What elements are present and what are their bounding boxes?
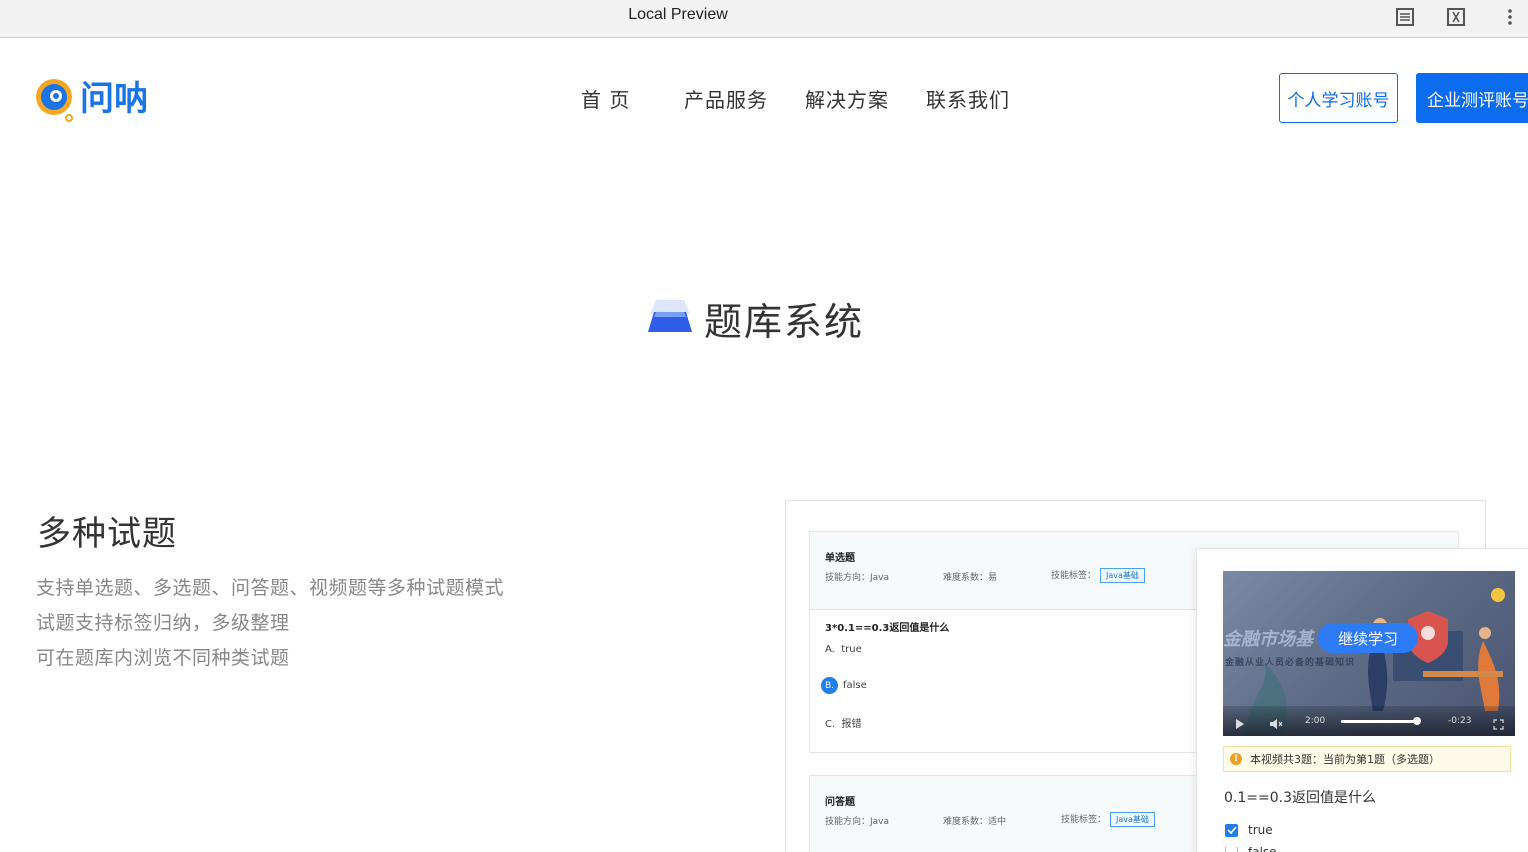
stack-icon	[648, 298, 692, 338]
skill-tag-row: 技能标签： Java基础	[1051, 568, 1145, 583]
nav-solutions[interactable]: 解决方案	[805, 84, 889, 113]
difficulty: 难度系数：易	[943, 573, 998, 583]
skill-tag-label: 技能标签：	[1061, 815, 1107, 825]
svg-text:问呐: 问呐	[80, 79, 148, 119]
option-b[interactable]: B. false	[821, 677, 867, 694]
option-label: true	[1248, 823, 1273, 837]
video-notice: ! 本视频共3题：当前为第1题（多选题）	[1223, 746, 1511, 772]
window-title: Local Preview	[628, 6, 728, 23]
skill-direction: 技能方向：Java	[825, 817, 890, 827]
feature-title: 多种试题	[37, 514, 177, 554]
question-text: 3*0.1==0.3返回值是什么	[825, 623, 950, 634]
skill-tag-label: 技能标签：	[1051, 571, 1097, 581]
section-title: 题库系统	[648, 290, 864, 346]
continue-learning-button[interactable]: 继续学习	[1318, 623, 1418, 653]
video-question-card: 金融市场基 金融从业人员必备的基础知识 继续学习 2:00 -0:23 ! 本视…	[1196, 548, 1528, 852]
feature-description: 支持单选题、多选题、问答题、视频题等多种试题模式 试题支持标签归纳，多级整理 可…	[36, 574, 504, 679]
video-question-text: 0.1==0.3返回值是什么	[1224, 790, 1376, 806]
mute-icon[interactable]	[1269, 715, 1283, 734]
nav-products[interactable]: 产品服务	[684, 84, 768, 113]
skill-direction: 技能方向：Java	[825, 573, 890, 583]
personal-account-button[interactable]: 个人学习账号	[1279, 73, 1398, 123]
current-time: 2:00	[1305, 716, 1326, 726]
video-background-text: 金融市场基	[1223, 629, 1313, 650]
checkbox-option-true[interactable]: true	[1225, 823, 1273, 837]
nav-home[interactable]: 首 页	[581, 84, 630, 113]
video-background-subtext: 金融从业人员必备的基础知识	[1225, 658, 1356, 668]
feature-line: 试题支持标签归纳，多级整理	[36, 612, 290, 634]
option-a[interactable]: A. true	[825, 644, 862, 655]
enterprise-account-button[interactable]: 企业测评账号	[1416, 73, 1528, 123]
logo[interactable]: 问呐	[32, 70, 174, 126]
browser-toolbar: Local Preview	[0, 0, 1528, 38]
notice-text: 本视频共3题：当前为第1题（多选题）	[1250, 753, 1440, 766]
selected-option-marker: B.	[821, 677, 838, 694]
play-icon[interactable]	[1235, 715, 1245, 734]
progress-knob[interactable]	[1412, 717, 1421, 725]
section-title-text: 题库系统	[704, 299, 865, 344]
checkbox-checked-icon[interactable]	[1225, 823, 1238, 837]
feature-line: 支持单选题、多选题、问答题、视频题等多种试题模式	[36, 577, 505, 599]
reader-mode-icon[interactable]	[1393, 5, 1417, 29]
feature-line: 可在题库内浏览不同种类试题	[36, 647, 290, 669]
remaining-time: -0:23	[1448, 716, 1472, 726]
video-player[interactable]: 金融市场基 金融从业人员必备的基础知识 继续学习 2:00 -0:23	[1223, 571, 1515, 736]
clear-format-icon[interactable]	[1444, 5, 1468, 29]
difficulty: 难度系数：适中	[943, 817, 1007, 827]
skill-tag-row: 技能标签： Java基础	[1061, 812, 1155, 827]
progress-bar[interactable]	[1341, 720, 1417, 723]
checkbox-option-false[interactable]: false	[1225, 847, 1277, 852]
site-header: 问呐 首 页 产品服务 解决方案 联系我们 个人学习账号 企业测评账号	[0, 38, 1528, 158]
fullscreen-icon[interactable]	[1493, 715, 1504, 734]
more-vert-icon[interactable]	[1498, 5, 1522, 29]
nav-contact[interactable]: 联系我们	[926, 84, 1010, 113]
checkbox-unchecked-icon[interactable]	[1225, 847, 1238, 852]
question-type: 问答题	[825, 797, 855, 808]
option-label: false	[1248, 847, 1277, 852]
skill-tag: Java基础	[1110, 812, 1155, 827]
question-type: 单选题	[825, 553, 855, 564]
warning-icon: !	[1230, 753, 1242, 765]
video-controls: 2:00 -0:23	[1223, 706, 1515, 736]
option-c[interactable]: C. 报错	[825, 715, 862, 730]
skill-tag: Java基础	[1100, 568, 1145, 583]
